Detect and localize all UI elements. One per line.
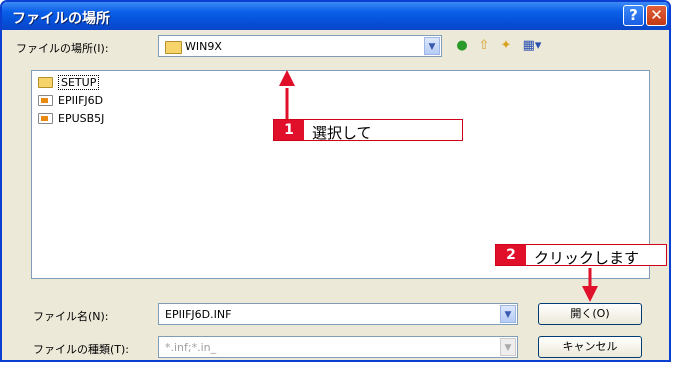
arrow-2-head [582, 286, 598, 302]
arrow-1-head [279, 70, 295, 86]
annotation-callout-2: 2 クリックします [495, 244, 667, 267]
annotation-arrows [279, 70, 598, 302]
callout-number: 2 [496, 245, 526, 265]
callout-number: 1 [274, 120, 304, 140]
callout-text: クリックします [534, 249, 640, 267]
annotation-callout-1: 1 選択して [273, 119, 463, 142]
callout-text: 選択して [312, 124, 372, 142]
